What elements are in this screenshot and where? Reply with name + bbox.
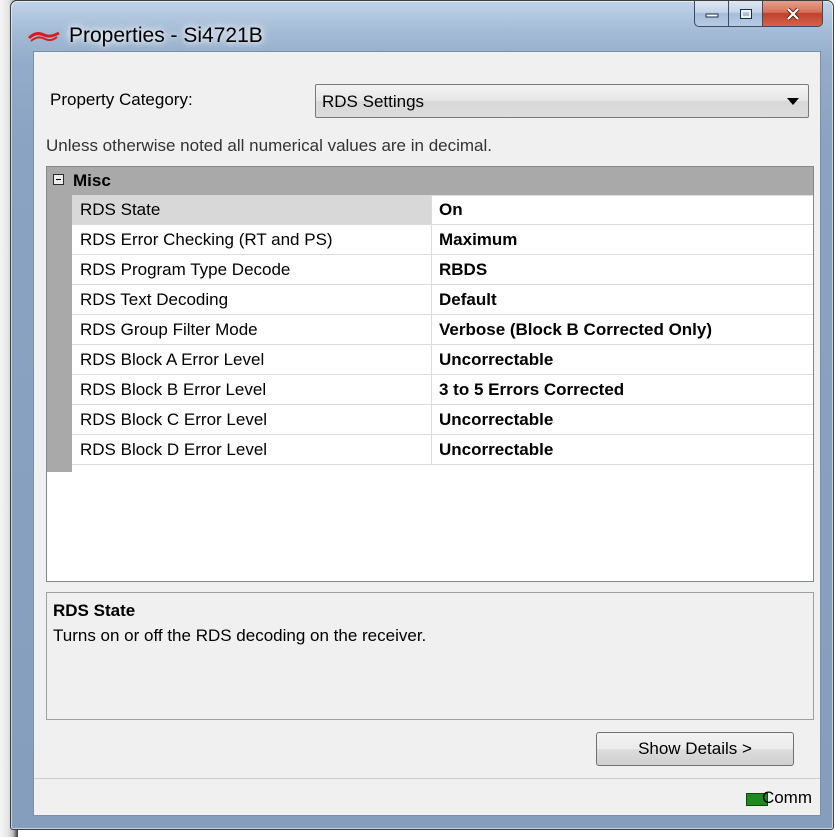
property-row-rds-state[interactable]: RDS State On: [72, 195, 813, 225]
property-name: RDS Program Type Decode: [72, 255, 432, 284]
maximize-icon: [739, 8, 752, 19]
close-button[interactable]: [763, 1, 823, 27]
property-value[interactable]: Maximum: [439, 225, 517, 259]
decimal-note: Unless otherwise noted all numerical val…: [46, 136, 492, 155]
property-row-rds-program-type-decode[interactable]: RDS Program Type Decode RBDS: [72, 255, 813, 285]
silicon-labs-logo-icon: [28, 31, 60, 42]
window-title: Properties - Si4721B: [69, 24, 263, 47]
property-name: RDS Error Checking (RT and PS): [72, 225, 432, 254]
property-row-rds-block-c-error-level[interactable]: RDS Block C Error Level Uncorrectable: [72, 405, 813, 435]
comm-status-label: Comm: [761, 788, 812, 807]
property-category-value: RDS Settings: [322, 92, 425, 111]
property-name: RDS Group Filter Mode: [72, 315, 432, 344]
client-area: Property Category: RDS Settings Unless o…: [33, 51, 821, 816]
property-value[interactable]: RBDS: [439, 255, 487, 289]
property-value[interactable]: Uncorrectable: [439, 435, 553, 469]
property-value[interactable]: Uncorrectable: [439, 345, 553, 379]
property-name: RDS Block C Error Level: [72, 405, 432, 434]
property-name: RDS Text Decoding: [72, 285, 432, 314]
property-row-rds-block-b-error-level[interactable]: RDS Block B Error Level 3 to 5 Errors Co…: [72, 375, 813, 405]
grid-gutter: [47, 195, 72, 472]
property-name: RDS Block D Error Level: [72, 435, 432, 464]
grid-category-title: Misc: [73, 171, 111, 190]
property-name: RDS Block A Error Level: [72, 345, 432, 374]
minimize-button[interactable]: [694, 1, 729, 27]
property-row-rds-error-checking[interactable]: RDS Error Checking (RT and PS) Maximum: [72, 225, 813, 255]
property-category-label: Property Category:: [50, 90, 193, 109]
maximize-button[interactable]: [729, 1, 763, 27]
collapse-icon[interactable]: [53, 174, 64, 185]
property-value[interactable]: On: [439, 195, 463, 229]
title-bar[interactable]: Properties - Si4721B: [11, 1, 833, 49]
property-value[interactable]: Default: [439, 285, 497, 319]
minimize-icon: [705, 13, 718, 17]
show-details-button[interactable]: Show Details >: [596, 732, 794, 766]
properties-window: Properties - Si4721B Property Category: …: [10, 0, 834, 830]
property-value[interactable]: Uncorrectable: [439, 405, 553, 439]
help-description: Turns on or off the RDS decoding on the …: [53, 626, 427, 645]
property-help-panel: RDS State Turns on or off the RDS decodi…: [46, 592, 814, 720]
status-bar: Comm: [34, 778, 820, 815]
property-grid[interactable]: Misc RDS State On RDS Error Checking (RT…: [46, 166, 814, 582]
property-name: RDS State: [72, 195, 432, 224]
close-icon: [786, 7, 799, 20]
help-title: RDS State: [53, 601, 136, 620]
property-value[interactable]: 3 to 5 Errors Corrected: [439, 375, 624, 409]
property-row-rds-block-a-error-level[interactable]: RDS Block A Error Level Uncorrectable: [72, 345, 813, 375]
caption-buttons: [694, 1, 823, 28]
property-row-rds-group-filter-mode[interactable]: RDS Group Filter Mode Verbose (Block B C…: [72, 315, 813, 345]
property-row-rds-block-d-error-level[interactable]: RDS Block D Error Level Uncorrectable: [72, 435, 813, 465]
grid-category-row[interactable]: Misc: [47, 167, 813, 196]
property-row-rds-text-decoding[interactable]: RDS Text Decoding Default: [72, 285, 813, 315]
property-name: RDS Block B Error Level: [72, 375, 432, 404]
property-value[interactable]: Verbose (Block B Corrected Only): [439, 315, 712, 349]
property-category-dropdown[interactable]: RDS Settings: [315, 84, 809, 118]
chevron-down-icon: [787, 98, 799, 105]
